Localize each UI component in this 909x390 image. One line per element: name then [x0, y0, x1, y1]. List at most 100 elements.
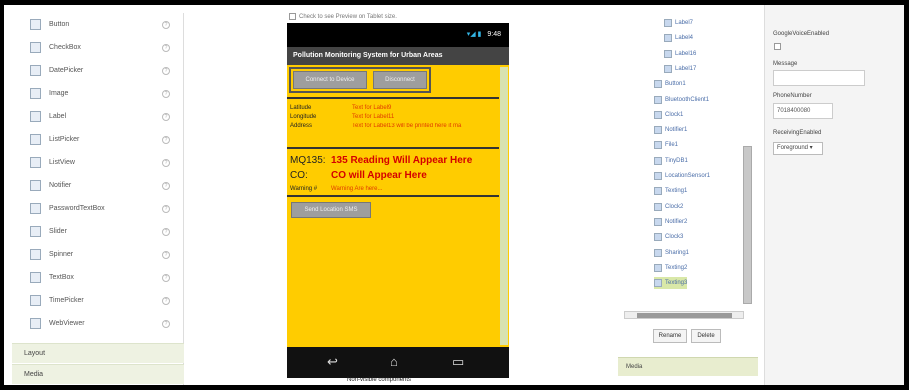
disconnect-button[interactable]: Disconnect [373, 71, 427, 89]
palette-item-notifier[interactable]: Notifier? [12, 174, 184, 197]
palette-item-textbox[interactable]: TextBox? [12, 266, 184, 289]
help-icon[interactable]: ? [162, 296, 170, 305]
back-icon[interactable]: ↩ [327, 355, 338, 368]
component-label: Clock2 [665, 203, 684, 210]
component-label16[interactable]: Label16 [664, 48, 696, 60]
palette-panel: Button? CheckBox? DatePicker? Image? Label? L… [12, 13, 184, 385]
palette-item-button[interactable]: Button? [12, 13, 184, 36]
palette-item-image[interactable]: Image? [12, 82, 184, 105]
checkbox-box[interactable] [289, 13, 296, 20]
mq135-value: 135 Reading Will Appear Here [331, 155, 473, 166]
component-file1[interactable]: File1 [654, 139, 678, 151]
app-title-bar: Pollution Monitoring System for Urban Ar… [287, 47, 509, 65]
button-arrangement[interactable]: Connect to Device Disconnect [289, 67, 431, 93]
component-clock1[interactable]: Clock1 [654, 109, 683, 121]
help-icon[interactable]: ? [162, 181, 170, 190]
component-label17[interactable]: Label17 [664, 63, 696, 75]
component-icon [654, 187, 662, 196]
message-label: Message [773, 61, 798, 67]
component-notifier2[interactable]: Notifier2 [654, 216, 687, 228]
rename-button[interactable]: Rename [653, 329, 687, 343]
media-section[interactable]: Media [618, 357, 758, 376]
component-texting2[interactable]: Texting2 [654, 262, 687, 274]
component-label4[interactable]: Label4 [664, 32, 693, 44]
component-texting1[interactable]: Texting1 [654, 185, 687, 197]
palette-item-label: ListView [49, 159, 75, 166]
component-bluetoothclient1[interactable]: BluetoothClient1 [654, 94, 709, 106]
component-label: Texting1 [665, 188, 688, 195]
palette-item-slider[interactable]: Slider? [12, 220, 184, 243]
message-input[interactable] [773, 70, 865, 86]
send-location-button[interactable]: Send Location SMS [291, 202, 371, 218]
palette-item-label[interactable]: Label? [12, 105, 184, 128]
google-voice-checkbox[interactable] [774, 43, 781, 50]
delete-button[interactable]: Delete [691, 329, 721, 343]
component-icon [654, 217, 662, 226]
component-button1[interactable]: Button1 [654, 78, 686, 90]
help-icon[interactable]: ? [162, 66, 170, 75]
scroll-thumb[interactable] [637, 313, 732, 318]
connect-button[interactable]: Connect to Device [293, 71, 367, 89]
palette-item-label: WebViewer [49, 320, 85, 327]
phone-number-input[interactable]: 7018400080 [773, 103, 833, 119]
palette-section-media[interactable]: Media [12, 364, 184, 384]
component-icon [654, 202, 662, 211]
help-icon[interactable]: ? [162, 250, 170, 259]
component-label: Sharing1 [665, 249, 690, 256]
latitude-label: Latitude [290, 105, 312, 111]
notifier-icon [30, 180, 41, 191]
tablet-preview-label: Check to see Preview on Tablet size. [299, 13, 397, 20]
component-icon [654, 172, 662, 180]
component-icon [664, 49, 672, 58]
palette-item-label: TextBox [49, 274, 74, 281]
help-icon[interactable]: ? [162, 20, 170, 29]
help-icon[interactable]: ? [162, 112, 170, 121]
component-label7[interactable]: Label7 [664, 17, 693, 29]
component-clock2[interactable]: Clock2 [654, 201, 683, 213]
palette-section-layout[interactable]: Layout [12, 343, 184, 363]
component-clock3[interactable]: Clock3 [654, 231, 683, 243]
component-label: File1 [665, 142, 679, 149]
palette-item-webviewer[interactable]: WebViewer? [12, 312, 184, 335]
help-icon[interactable]: ? [162, 89, 170, 98]
component-icon [654, 80, 662, 89]
component-texting3[interactable]: Texting3 [654, 277, 688, 290]
component-icon [654, 156, 662, 165]
help-icon[interactable]: ? [162, 227, 170, 236]
receiving-enabled-select[interactable]: Foreground ▾ [773, 142, 823, 155]
status-time: 9:48 [487, 31, 501, 38]
google-voice-label: GoogleVoiceEnabled [773, 31, 830, 37]
help-icon[interactable]: ? [162, 319, 170, 328]
help-icon[interactable]: ? [162, 135, 170, 144]
component-label: TinyDB1 [665, 157, 688, 164]
palette-item-datepicker[interactable]: DatePicker? [12, 59, 184, 82]
receiving-enabled-label: ReceivingEnabled [773, 130, 822, 136]
help-icon[interactable]: ? [162, 204, 170, 213]
recent-apps-icon[interactable]: ▭ [452, 355, 464, 368]
component-tinydb1[interactable]: TinyDB1 [654, 155, 688, 167]
component-icon [654, 126, 662, 135]
component-label: Button1 [665, 81, 686, 88]
palette-item-listview[interactable]: ListView? [12, 151, 184, 174]
tree-vertical-scrollbar[interactable] [743, 146, 752, 304]
help-icon[interactable]: ? [162, 43, 170, 52]
palette-item-checkbox[interactable]: CheckBox? [12, 36, 184, 59]
tablet-preview-checkbox[interactable]: Check to see Preview on Tablet size. [289, 13, 397, 20]
help-icon[interactable]: ? [162, 273, 170, 282]
component-locationsensor1[interactable]: LocationSensor1 [654, 170, 710, 182]
palette-item-listpicker[interactable]: ListPicker? [12, 128, 184, 151]
palette-item-passwordtextbox[interactable]: PasswordTextBox? [12, 197, 184, 220]
component-notifier1[interactable]: Notifier1 [654, 124, 687, 136]
screen-canvas[interactable]: Connect to Device Disconnect Latitude Te… [287, 65, 509, 347]
warning-label: Warning # [290, 186, 318, 192]
component-sharing1[interactable]: Sharing1 [654, 247, 689, 259]
tree-horizontal-scrollbar[interactable] [624, 311, 744, 319]
latitude-value: Text for Label9 [352, 105, 392, 111]
home-icon[interactable]: ⌂ [390, 355, 398, 368]
palette-item-timepicker[interactable]: TimePicker? [12, 289, 184, 312]
component-label: Texting2 [665, 264, 688, 271]
help-icon[interactable]: ? [162, 158, 170, 167]
component-label: Label16 [675, 50, 697, 57]
palette-item-spinner[interactable]: Spinner? [12, 243, 184, 266]
screen-scrollbar[interactable] [500, 67, 508, 345]
